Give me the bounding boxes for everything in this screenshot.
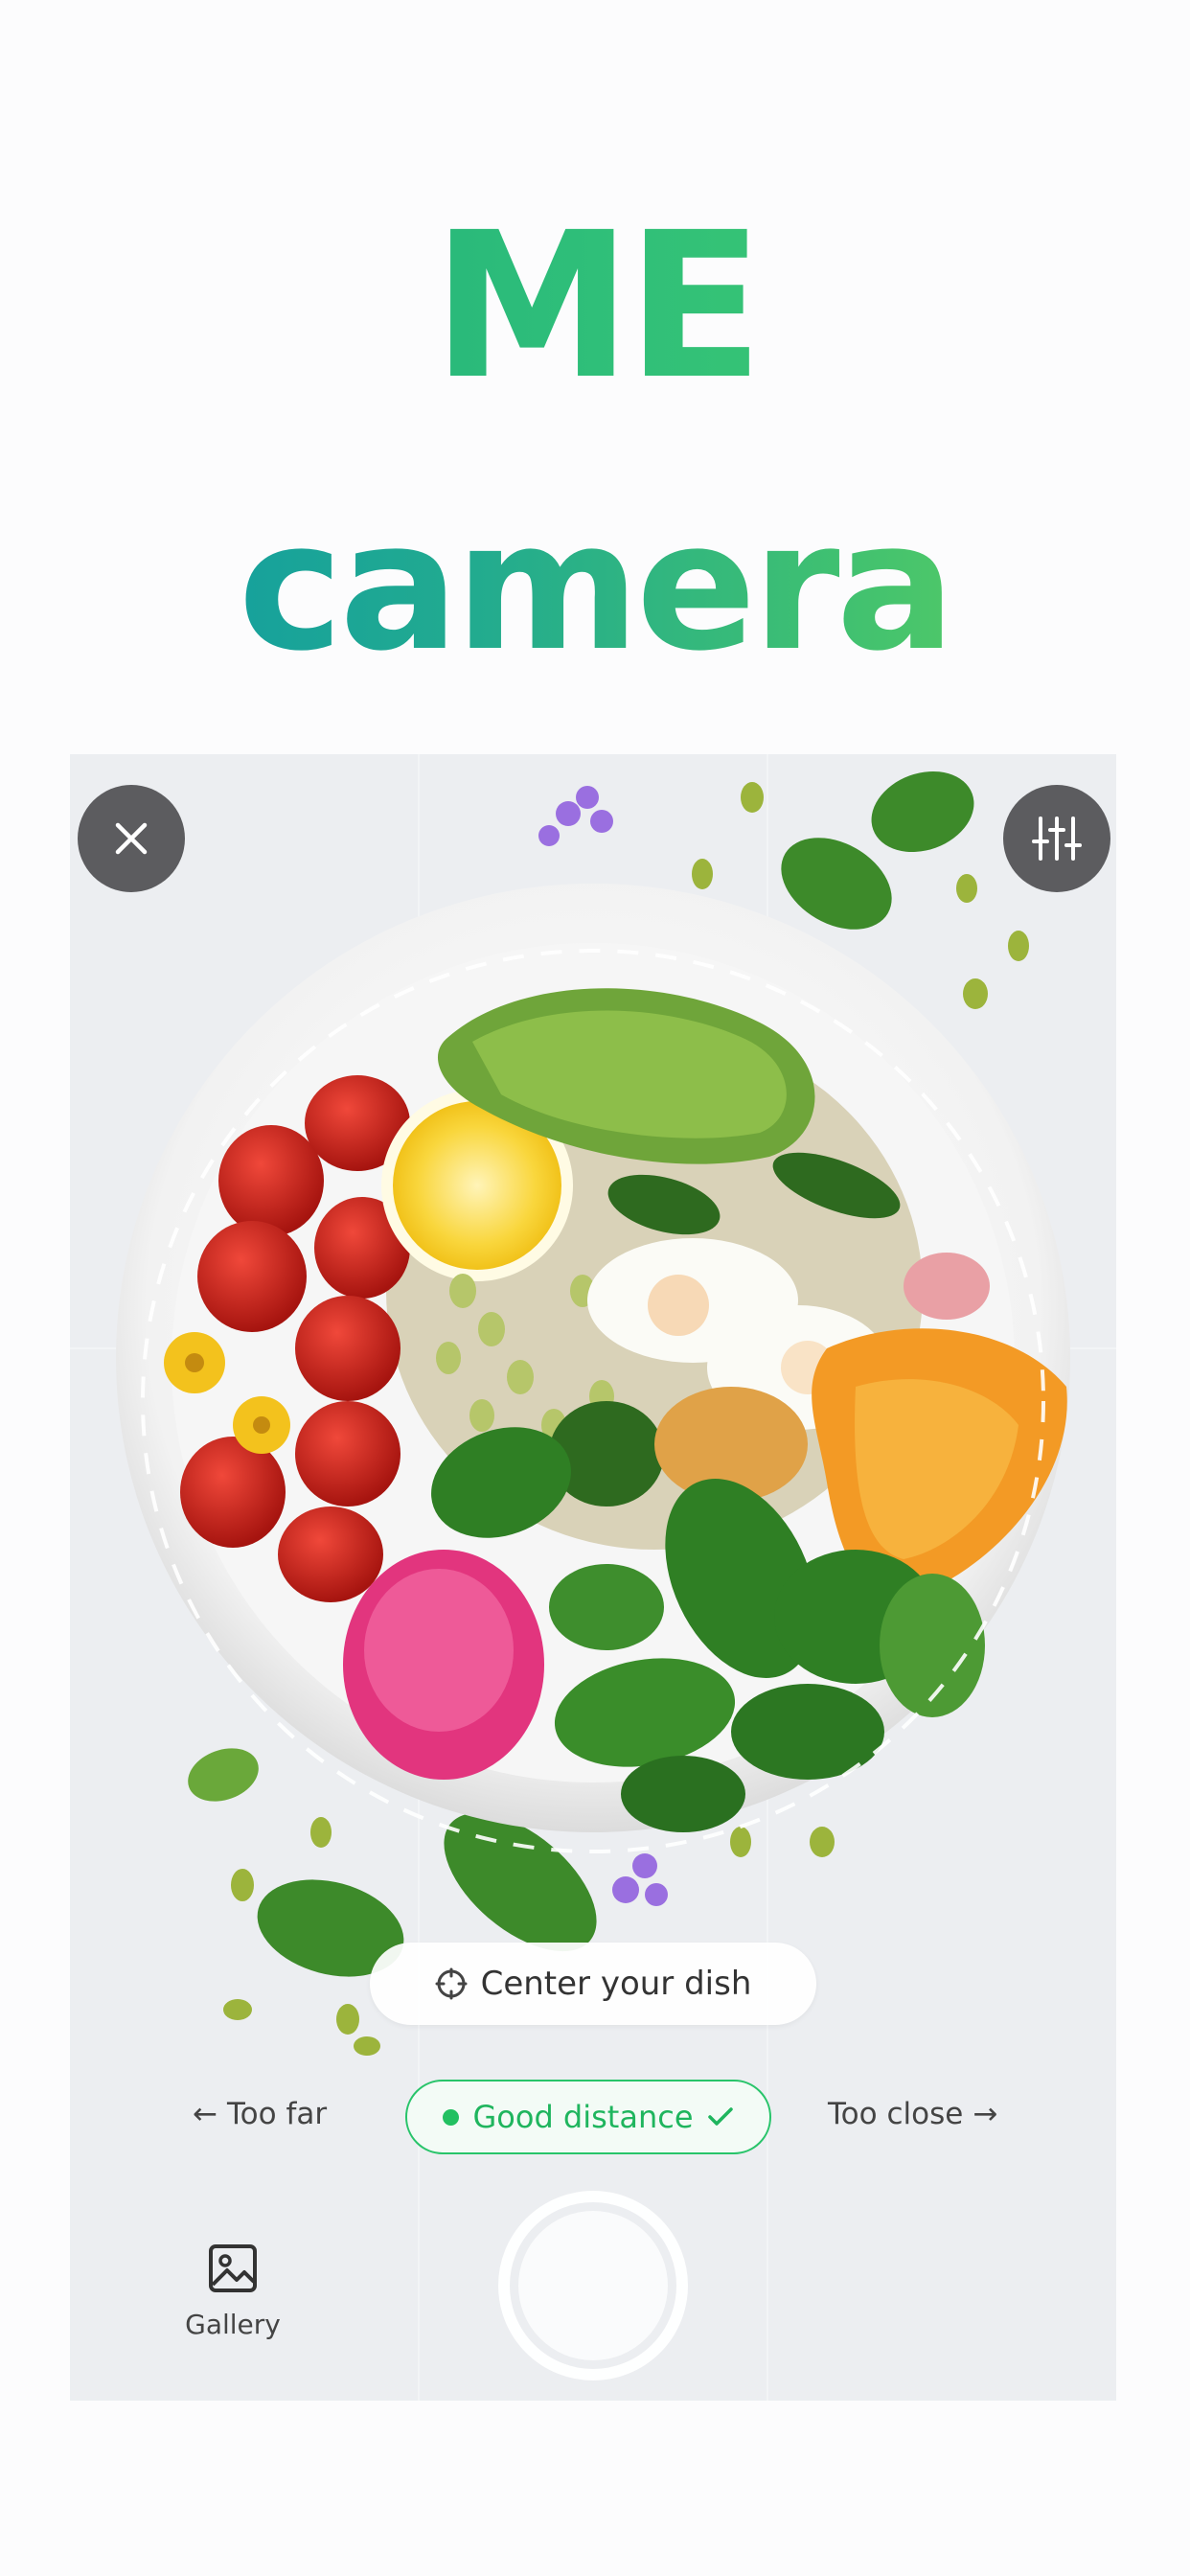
shutter-button[interactable]	[498, 2191, 688, 2380]
settings-button[interactable]	[1003, 785, 1110, 892]
status-dot-icon	[443, 2108, 460, 2126]
app-title-me: ME	[0, 206, 1190, 407]
app-title-camera: camera	[0, 498, 1190, 676]
camera-viewfinder[interactable]: Center your dish ← Too far Good distance…	[70, 754, 1116, 2401]
image-icon	[209, 2244, 257, 2292]
good-distance-label: Good distance	[472, 2099, 694, 2135]
too-far-label: Too far	[226, 2097, 328, 2131]
center-dish-hint: Center your dish	[370, 1943, 816, 2025]
close-icon	[115, 822, 148, 855]
crosshair-icon	[435, 1967, 468, 2000]
too-far-option: ← Too far	[193, 2097, 327, 2131]
sliders-icon	[1032, 816, 1082, 861]
gallery-button[interactable]: Gallery	[175, 2242, 290, 2340]
arrow-left-icon: ←	[193, 2097, 217, 2131]
arrow-right-icon: →	[973, 2097, 998, 2131]
shutter-inner	[518, 2211, 668, 2360]
good-distance-badge: Good distance	[405, 2080, 771, 2154]
gallery-label: Gallery	[185, 2309, 281, 2340]
close-button[interactable]	[78, 785, 185, 892]
distance-indicator: ← Too far Good distance Too close →	[70, 2080, 1116, 2158]
too-close-label: Too close	[828, 2097, 964, 2131]
center-dish-label: Center your dish	[480, 1965, 752, 2003]
too-close-option: Too close →	[828, 2097, 997, 2131]
checkmark-icon	[707, 2107, 733, 2126]
